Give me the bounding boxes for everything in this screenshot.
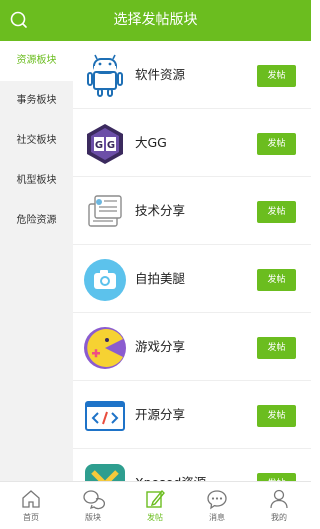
android-icon — [87, 54, 123, 97]
gg-logo-icon: G G — [87, 124, 123, 164]
tab-label: 消息 — [209, 513, 225, 522]
sidebar-item-danger[interactable]: 危险资源 — [0, 201, 73, 241]
home-icon — [22, 490, 40, 508]
list-item[interactable]: G G 大GG 发帖 — [73, 109, 311, 177]
list-item[interactable]: 技术分享 发帖 — [73, 177, 311, 245]
bottom-nav: 首页 版块 发帖 消息 我的 — [0, 481, 311, 529]
post-button[interactable]: 发帖 — [257, 65, 296, 87]
camera-icon — [84, 259, 126, 301]
post-button[interactable]: 发帖 — [257, 201, 296, 223]
list-item[interactable]: 开源分享 发帖 — [73, 381, 311, 449]
list-item[interactable]: 游戏分享 发帖 — [73, 313, 311, 381]
post-button[interactable]: 发帖 — [257, 473, 296, 481]
user-icon — [270, 489, 288, 509]
post-button[interactable]: 发帖 — [257, 269, 296, 291]
section-list: 软件资源 发帖 G G 大GG 发帖 技术分享 发帖 自拍美腿 发帖 游戏分享 … — [73, 41, 311, 481]
message-icon — [207, 490, 227, 510]
tab-messages[interactable]: 消息 — [186, 482, 248, 529]
section-name: 开源分享 — [135, 407, 186, 422]
compose-icon — [146, 489, 165, 508]
sidebar-item-resources[interactable]: 资源板块 — [0, 41, 73, 81]
tab-label: 首页 — [23, 513, 39, 522]
sidebar-item-models[interactable]: 机型板块 — [0, 161, 73, 201]
tab-sections[interactable]: 版块 — [62, 482, 124, 529]
tab-label: 我的 — [271, 513, 287, 522]
post-button[interactable]: 发帖 — [257, 337, 296, 359]
post-button[interactable]: 发帖 — [257, 405, 296, 427]
xposed-icon — [85, 464, 125, 481]
top-bar: 选择发帖版块 — [0, 0, 311, 41]
category-sidebar: 资源板块 事务板块 社交板块 机型板块 危险资源 — [0, 41, 73, 481]
list-item[interactable]: 自拍美腿 发帖 — [73, 245, 311, 313]
list-item[interactable]: 软件资源 发帖 — [73, 41, 311, 109]
tab-home[interactable]: 首页 — [0, 482, 62, 529]
section-name: 技术分享 — [135, 203, 186, 218]
tab-post[interactable]: 发帖 — [124, 482, 186, 529]
page-title: 选择发帖版块 — [113, 12, 198, 28]
document-icon — [88, 195, 122, 227]
section-name: Xposed资源 — [135, 449, 206, 481]
pacman-game-icon — [84, 327, 126, 369]
tab-label: 版块 — [85, 513, 101, 522]
section-name: 软件资源 — [135, 67, 186, 82]
chat-bubbles-icon — [83, 490, 105, 510]
tab-profile[interactable]: 我的 — [248, 482, 310, 529]
svg-text:G: G — [107, 140, 115, 151]
svg-text:G: G — [95, 140, 103, 151]
app-root: 选择发帖版块 资源板块 事务板块 社交板块 机型板块 危险资源 软件资源 发帖 … — [0, 0, 311, 529]
section-name: 自拍美腿 — [135, 271, 186, 286]
tab-label: 发帖 — [147, 513, 163, 522]
code-icon — [85, 401, 125, 431]
sidebar-item-social[interactable]: 社交板块 — [0, 121, 73, 161]
sidebar-item-affairs[interactable]: 事务板块 — [0, 81, 73, 121]
section-name: 游戏分享 — [135, 339, 186, 354]
section-name: 大GG — [135, 135, 167, 150]
list-item[interactable]: Xposed资源 发帖 — [73, 449, 311, 481]
post-button[interactable]: 发帖 — [257, 133, 296, 155]
